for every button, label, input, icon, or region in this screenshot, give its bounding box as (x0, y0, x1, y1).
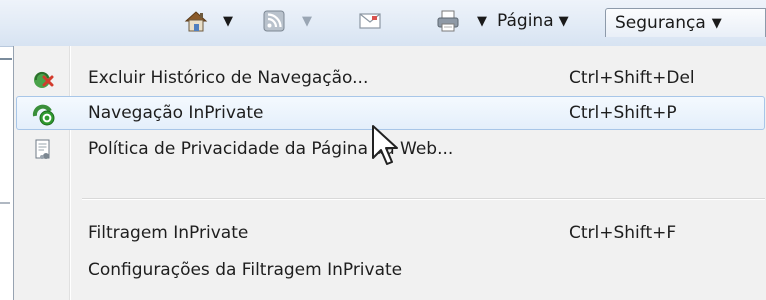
safety-dropdown-menu: Excluir Histórico de Navegação... Ctrl+S… (13, 46, 766, 300)
mouse-pointer-icon (372, 125, 398, 165)
home-button[interactable]: ▼ (183, 6, 233, 36)
page-menu-label: Página (497, 11, 554, 31)
menu-item-label: Filtragem InPrivate (88, 223, 249, 243)
print-dropdown-arrow[interactable]: ▼ (477, 15, 487, 28)
home-icon (184, 11, 208, 32)
menu-item-shortcut: Ctrl+Shift+F (569, 223, 677, 243)
menu-item-label: Excluir Histórico de Navegação... (88, 68, 369, 88)
privacy-policy-icon (35, 139, 50, 159)
page-fragment (0, 58, 12, 60)
home-dropdown-arrow[interactable]: ▼ (223, 15, 233, 28)
safety-menu-label: Segurança (615, 13, 706, 33)
menu-item-shortcut: Ctrl+Shift+P (569, 103, 677, 123)
print-icon (437, 10, 459, 32)
print-button[interactable]: ▼ (435, 6, 487, 36)
safety-menu-button[interactable]: Segurança ▼ (605, 8, 766, 37)
feeds-button[interactable]: ▼ (262, 6, 312, 36)
feeds-dropdown-arrow[interactable]: ▼ (302, 15, 312, 28)
page-menu-button[interactable]: Página ▼ (497, 6, 569, 36)
page-menu-arrow: ▼ (558, 13, 569, 29)
feeds-icon (263, 10, 285, 32)
read-mail-icon (359, 13, 381, 29)
menu-item-label: Navegação InPrivate (88, 103, 264, 123)
read-mail-button[interactable] (358, 6, 382, 36)
safety-menu-arrow: ▼ (711, 15, 722, 31)
page-fragment (0, 202, 10, 204)
delete-history-icon (34, 71, 54, 88)
inprivate-icon (32, 104, 55, 126)
menu-item-inprivate-filtering[interactable]: Filtragem InPrivate Ctrl+Shift+F (16, 216, 765, 250)
menu-item-shortcut: Ctrl+Shift+Del (569, 68, 695, 88)
command-bar: ▼ ▼ ▼ Página ▼ Segurança ▼ (0, 0, 766, 47)
menu-item-delete-browsing-history[interactable]: Excluir Histórico de Navegação... Ctrl+S… (16, 61, 765, 95)
menu-item-inprivate-filtering-settings[interactable]: Configurações da Filtragem InPrivate (16, 253, 765, 287)
menu-item-label: Configurações da Filtragem InPrivate (88, 260, 403, 280)
